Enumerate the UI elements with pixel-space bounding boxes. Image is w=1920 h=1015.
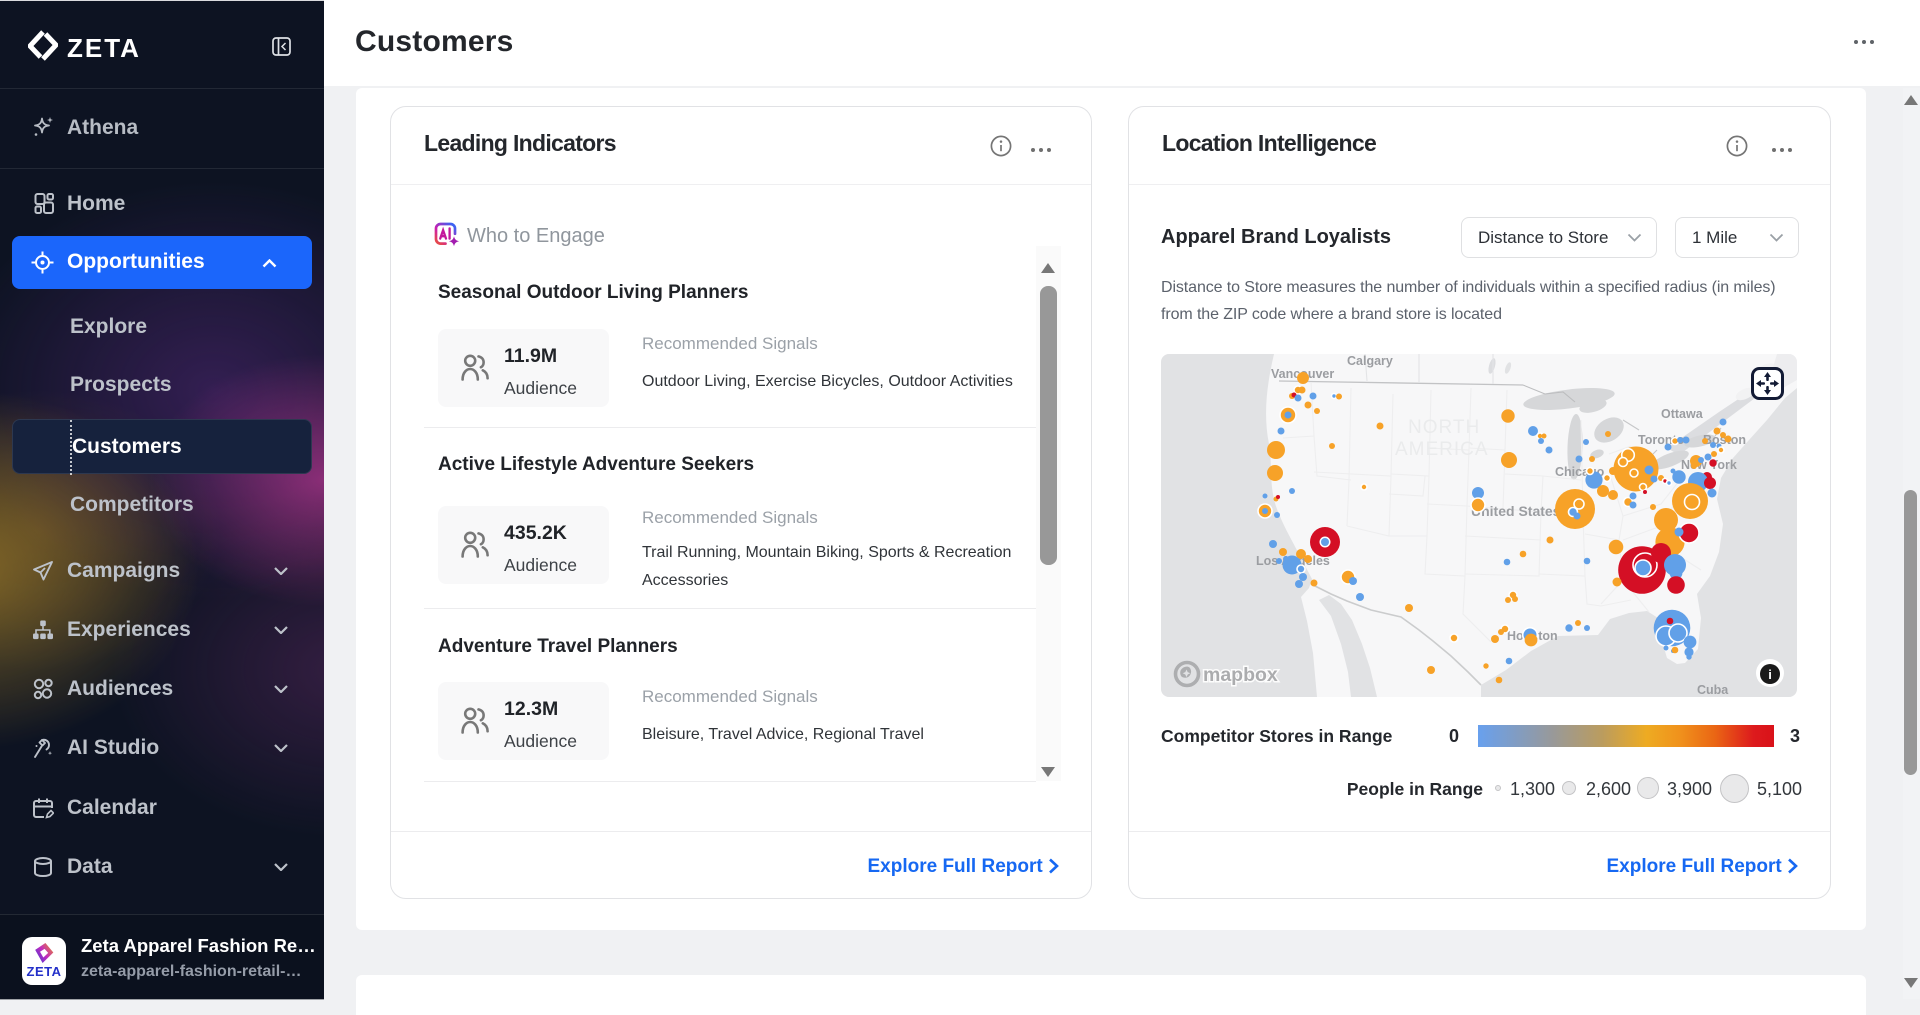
svg-text:i: i bbox=[1768, 667, 1772, 682]
svg-text:NORTH: NORTH bbox=[1408, 417, 1480, 438]
svg-text:Calgary: Calgary bbox=[1347, 354, 1393, 368]
svg-text:Cuba: Cuba bbox=[1697, 683, 1729, 697]
svg-text:AMERICA: AMERICA bbox=[1395, 439, 1489, 460]
svg-text:mapbox: mapbox bbox=[1203, 664, 1278, 686]
svg-text:Ottawa: Ottawa bbox=[1661, 407, 1704, 421]
